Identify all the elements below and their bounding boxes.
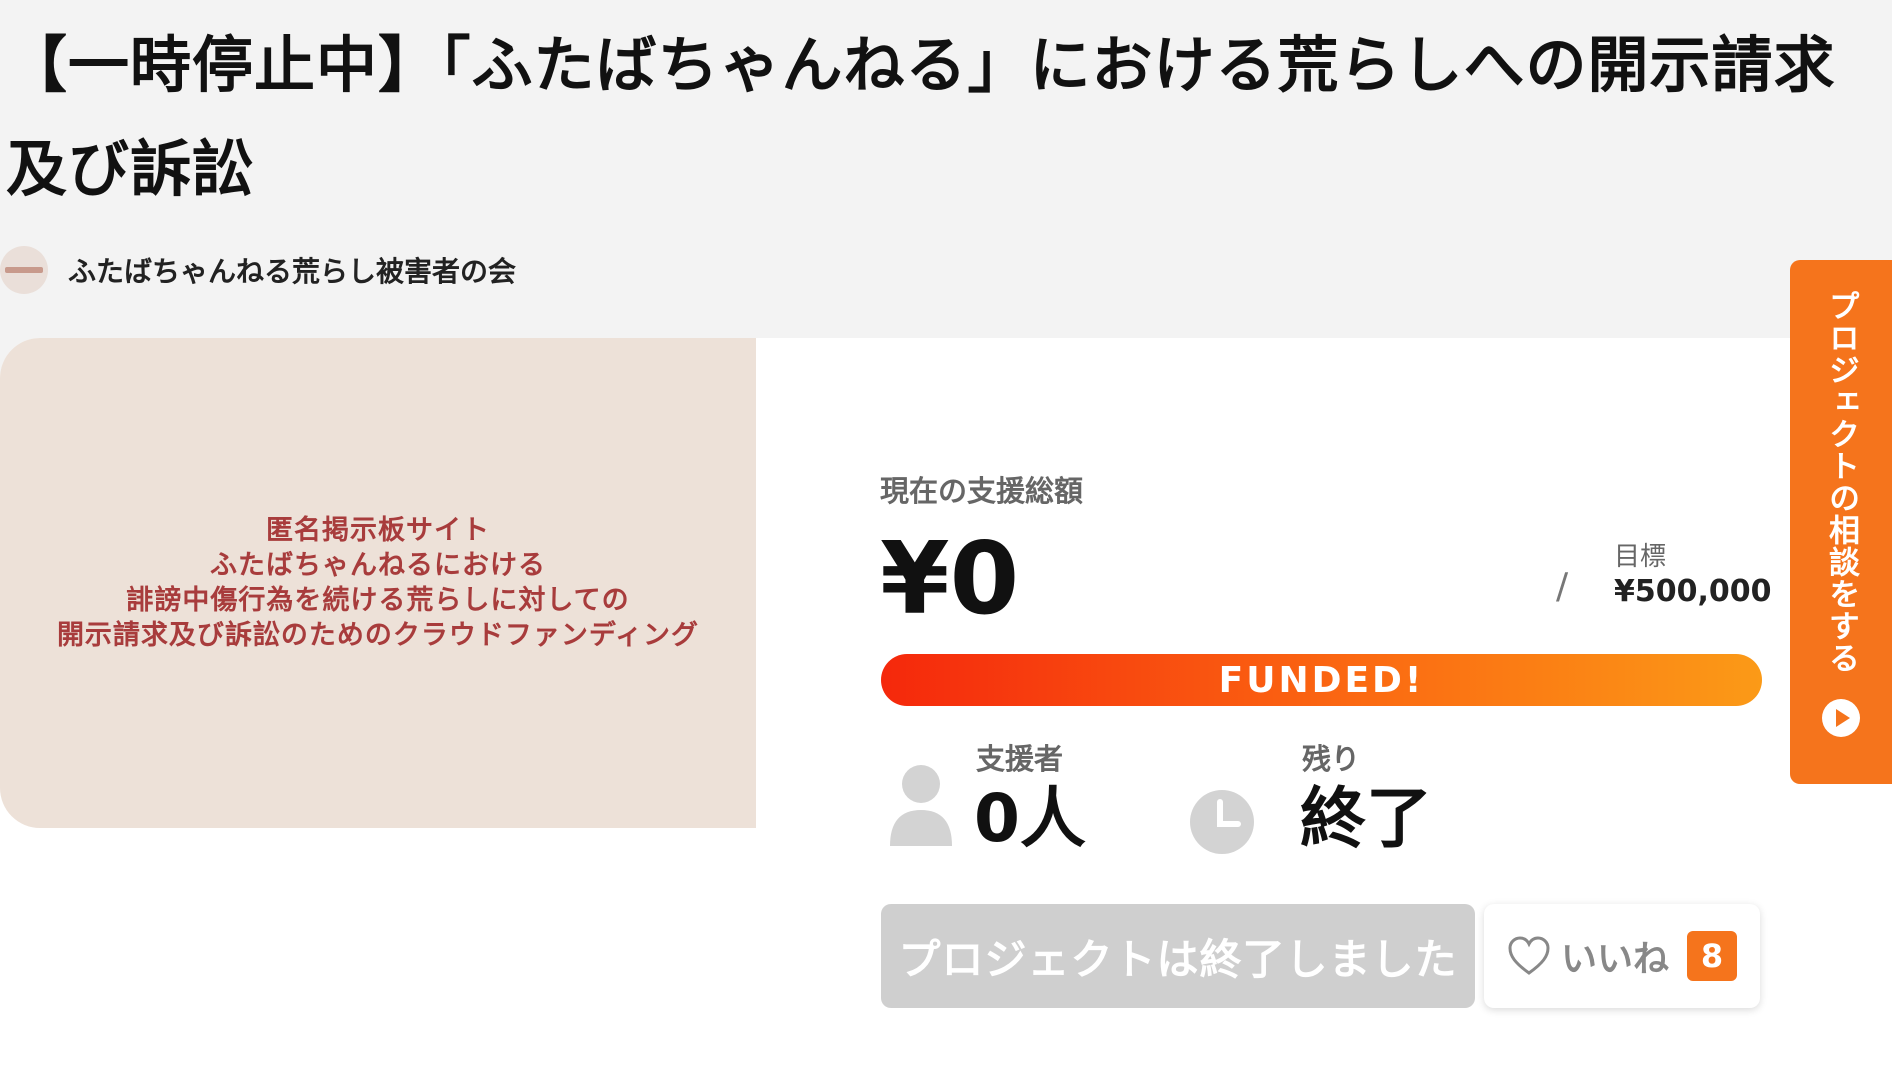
person-icon — [890, 765, 952, 846]
consult-tab-label: プロジェクトの相談をする — [1823, 290, 1859, 674]
project-title: 【一時停止中】「ふたばちゃんねる」における荒らしへの開示請求及び訴訟 — [6, 30, 1836, 205]
visual-line: 誹謗中傷行為を続ける荒らしに対しての — [126, 585, 630, 616]
owner-avatar[interactable] — [0, 246, 48, 294]
current-amount-label: 現在の支援総額 — [880, 474, 1084, 508]
visual-line: 開示請求及び訴訟のためのクラウドファンディング — [56, 620, 700, 651]
progress-status-text: FUNDED! — [1218, 659, 1425, 701]
backers-label: 支援者 — [976, 742, 1064, 776]
project-owner[interactable]: ふたばちゃんねる荒らし被害者の会 — [0, 244, 516, 296]
funding-progress-bar: FUNDED! — [881, 654, 1762, 706]
project-main-visual: 匿名掲示板サイト ふたばちゃんねるにおける 誹謗中傷行為を続ける荒らしに対しての… — [0, 338, 756, 828]
like-label: いいね — [1560, 939, 1669, 980]
project-ended-button[interactable]: プロジェクトは終了しました — [881, 904, 1475, 1008]
goal-separator: / — [1556, 566, 1569, 607]
backers-count: 0人 — [974, 780, 1086, 857]
play-circle-icon — [1822, 699, 1860, 737]
remaining-value: 終了 — [1300, 780, 1432, 857]
goal-label: 目標 — [1614, 542, 1667, 572]
like-count-badge: 8 — [1687, 931, 1737, 981]
clock-icon — [1190, 790, 1254, 854]
visual-line: 匿名掲示板サイト — [266, 515, 490, 546]
goal-amount: ¥500,000 — [1614, 574, 1772, 609]
consult-project-tab[interactable]: プロジェクトの相談をする — [1790, 260, 1892, 784]
owner-name[interactable]: ふたばちゃんねる荒らし被害者の会 — [68, 250, 516, 290]
remaining-label: 残り — [1302, 742, 1361, 776]
like-button[interactable]: いいね 8 — [1484, 904, 1760, 1008]
visual-line: ふたばちゃんねるにおける — [210, 550, 546, 581]
heart-icon — [1508, 936, 1550, 975]
current-amount: ¥0 — [880, 520, 1020, 637]
